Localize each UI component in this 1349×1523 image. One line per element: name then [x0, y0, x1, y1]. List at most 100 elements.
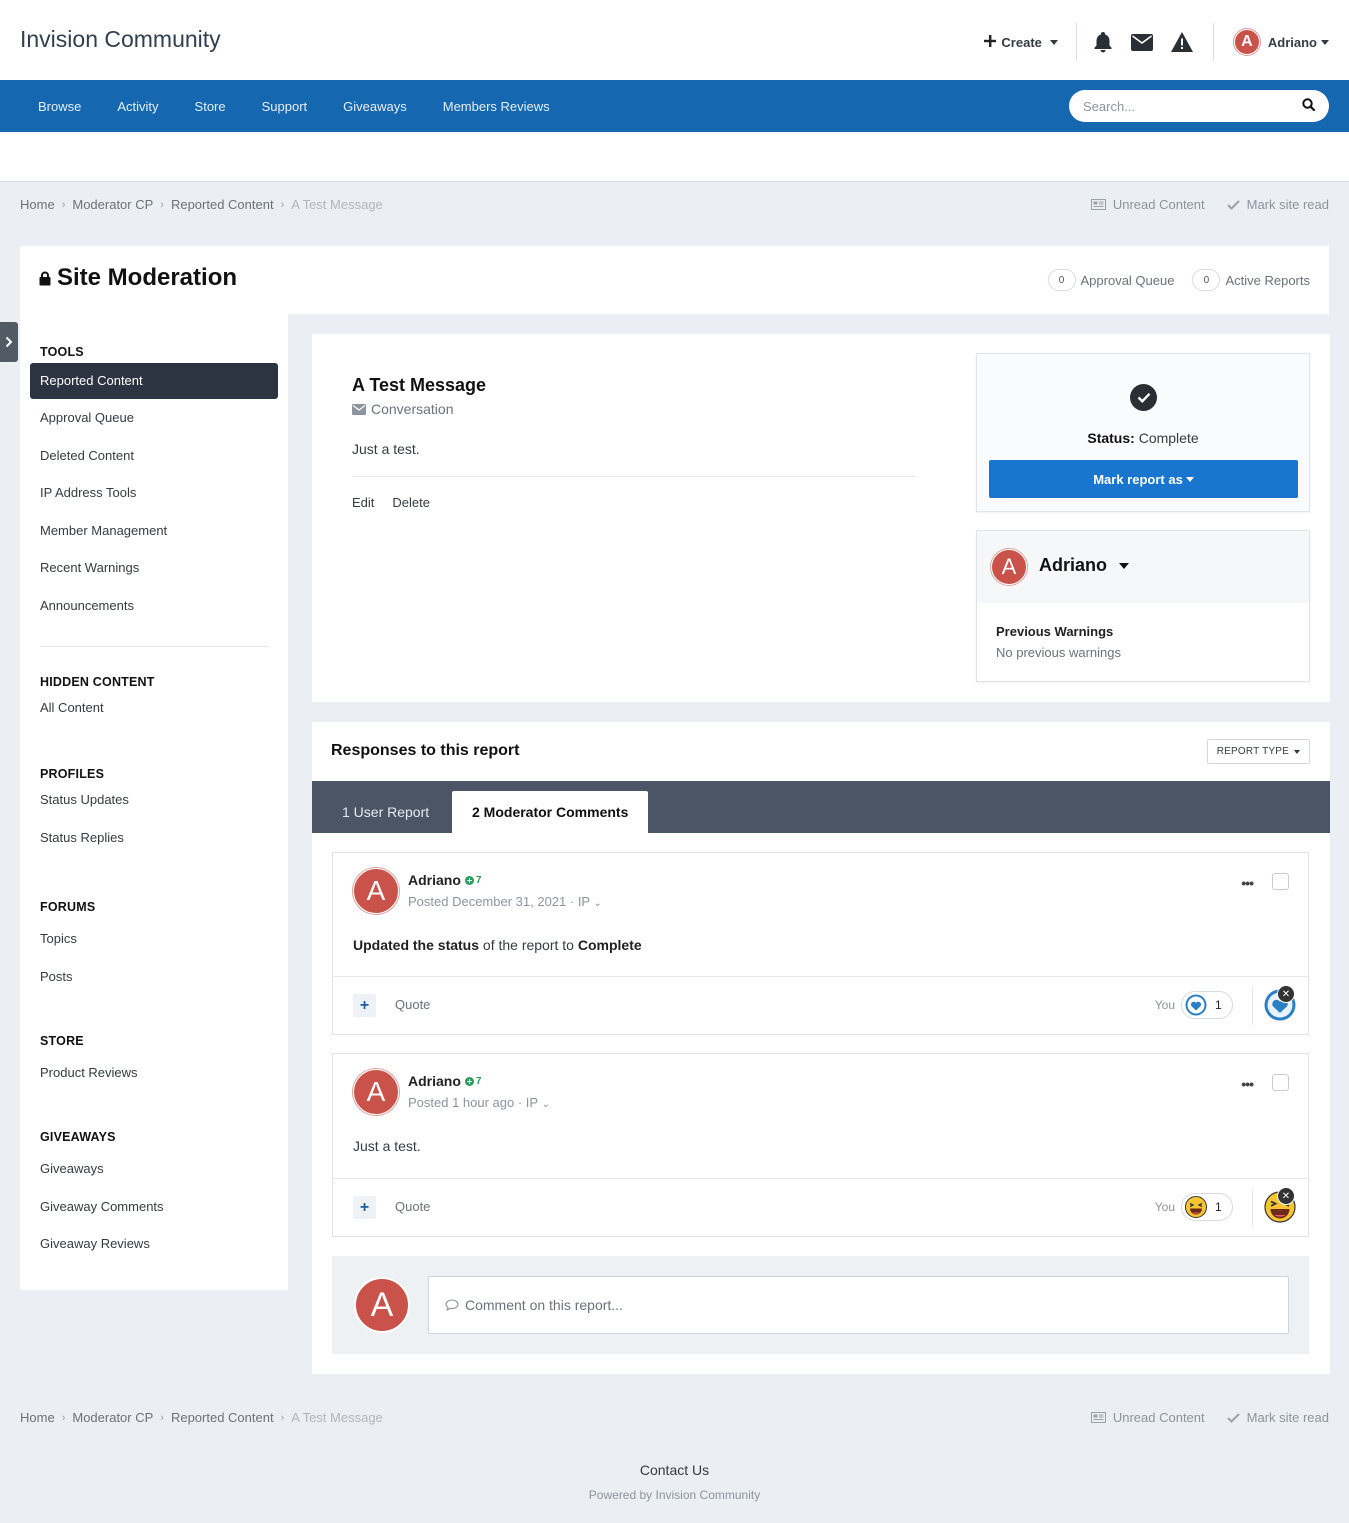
- sidebar-item-recent-warnings[interactable]: Recent Warnings: [30, 549, 278, 587]
- sidebar-item-all-content[interactable]: All Content: [30, 693, 278, 723]
- powered-by[interactable]: Powered by Invision Community: [0, 1488, 1349, 1502]
- sidebar-item-posts[interactable]: Posts: [30, 956, 278, 994]
- delete-link[interactable]: Delete: [392, 495, 430, 510]
- sidebar-item-topics[interactable]: Topics: [30, 918, 278, 956]
- nav-item-giveaways[interactable]: Giveaways: [325, 99, 425, 114]
- reported-item-title[interactable]: A Test Message: [352, 375, 486, 396]
- nav-item-browse[interactable]: Browse: [20, 99, 99, 114]
- reported-item-type: Conversation: [352, 401, 454, 417]
- breadcrumb-moderator-cp[interactable]: Moderator CP: [72, 197, 153, 212]
- multiquote-button[interactable]: +: [353, 994, 376, 1017]
- chevron-down-icon[interactable]: ⌄: [541, 1099, 549, 1110]
- comment-footer: + Quote You 1 ✕: [333, 976, 1308, 1034]
- nav-item-support[interactable]: Support: [244, 99, 326, 114]
- active-reports-stat[interactable]: 0 Active Reports: [1192, 269, 1310, 291]
- plus-circle-icon: [464, 1076, 474, 1086]
- search-input[interactable]: [1083, 98, 1283, 114]
- quote-link[interactable]: Quote: [395, 997, 430, 1012]
- tab-user-report[interactable]: 1 User Report: [322, 791, 449, 833]
- avatar[interactable]: A: [353, 868, 399, 914]
- breadcrumb-home[interactable]: Home: [20, 197, 55, 212]
- status-label: Status:: [1087, 430, 1135, 446]
- approval-queue-label: Approval Queue: [1080, 272, 1175, 288]
- previous-warnings-title: Previous Warnings: [996, 624, 1114, 639]
- comment-author-name[interactable]: Adriano: [408, 1073, 461, 1089]
- comment-author-name[interactable]: Adriano: [408, 872, 461, 888]
- comment-select-checkbox[interactable]: [1272, 873, 1289, 890]
- lock-icon: [39, 271, 51, 285]
- sidebar-item-announcements[interactable]: Announcements: [30, 587, 278, 625]
- page-title: Site Moderation: [39, 264, 237, 292]
- remove-reaction-icon[interactable]: ✕: [1277, 985, 1295, 1003]
- comment-select-checkbox[interactable]: [1272, 1074, 1289, 1091]
- nav-item-members-reviews[interactable]: Members Reviews: [425, 99, 568, 114]
- more-options-icon[interactable]: •••: [1241, 875, 1254, 891]
- breadcrumb-reported-content[interactable]: Reported Content: [171, 1410, 274, 1425]
- bell-icon[interactable]: [1093, 31, 1113, 53]
- sidebar-group-giveaways: GIVEAWAYS Giveaways Giveaway Comments Gi…: [40, 1130, 268, 1261]
- mark-report-as-button[interactable]: Mark report as: [989, 460, 1298, 498]
- contact-us-link[interactable]: Contact Us: [0, 1462, 1349, 1478]
- sidebar-item-status-updates[interactable]: Status Updates: [30, 785, 278, 815]
- sidebar-item-deleted-content[interactable]: Deleted Content: [30, 437, 278, 475]
- nav-item-store[interactable]: Store: [177, 99, 244, 114]
- avatar[interactable]: A: [991, 549, 1027, 585]
- edit-link[interactable]: Edit: [352, 495, 374, 510]
- sidebar-item-product-reviews[interactable]: Product Reviews: [30, 1052, 278, 1090]
- sidebar-item-approval-queue[interactable]: Approval Queue: [30, 399, 278, 437]
- warning-icon[interactable]: [1170, 32, 1193, 52]
- unread-content-label: Unread Content: [1112, 197, 1205, 212]
- sidebar-toggle[interactable]: [0, 322, 18, 362]
- multiquote-button[interactable]: +: [353, 1196, 376, 1219]
- chevron-down-icon[interactable]: ⌄: [594, 898, 602, 909]
- comment-date[interactable]: Posted December 31, 2021 · IP: [408, 894, 590, 909]
- sidebar-item-status-replies[interactable]: Status Replies: [30, 815, 278, 853]
- sidebar-heading-giveaways: GIVEAWAYS: [40, 1130, 116, 1144]
- sidebar-item-giveaway-reviews[interactable]: Giveaway Reviews: [30, 1223, 278, 1261]
- user-menu[interactable]: A Adriano: [1214, 29, 1329, 55]
- create-button[interactable]: Create: [984, 34, 1075, 50]
- divider: [1252, 1189, 1253, 1227]
- breadcrumb-home[interactable]: Home: [20, 1410, 55, 1425]
- approval-queue-stat[interactable]: 0 Approval Queue: [1047, 269, 1175, 291]
- reported-user-menu[interactable]: Adriano: [1039, 555, 1130, 576]
- check-icon: [1226, 1412, 1240, 1423]
- sidebar-heading-tools: TOOLS: [40, 345, 84, 359]
- site-title[interactable]: Invision Community: [20, 26, 221, 53]
- sidebar-item-giveaway-comments[interactable]: Giveaway Comments: [30, 1186, 278, 1224]
- chevron-right-icon: ›: [280, 198, 285, 211]
- mark-site-read-label: Mark site read: [1246, 1410, 1329, 1425]
- unread-content-link[interactable]: Unread Content: [1090, 1410, 1205, 1425]
- sidebar-item-ip-address-tools[interactable]: IP Address Tools: [30, 474, 278, 512]
- comment-body-bold-1: Updated the status: [353, 937, 480, 953]
- moderator-comment: A Adriano 7 Posted December 31, 2021 · I…: [332, 852, 1309, 1035]
- tab-moderator-comments[interactable]: 2 Moderator Comments: [452, 791, 649, 833]
- sub-header-bar: [0, 132, 1349, 182]
- sidebar-item-member-management[interactable]: Member Management: [30, 512, 278, 550]
- breadcrumb-moderator-cp[interactable]: Moderator CP: [72, 1410, 153, 1425]
- unread-content-link[interactable]: Unread Content: [1090, 197, 1205, 212]
- reaction-summary[interactable]: 1: [1181, 991, 1233, 1019]
- report-status: Status: Complete: [977, 430, 1309, 446]
- quote-link[interactable]: Quote: [395, 1199, 430, 1214]
- comment-input[interactable]: Comment on this report...: [428, 1276, 1289, 1334]
- sidebar-item-reported-content[interactable]: Reported Content: [30, 363, 278, 399]
- comment-author: Adriano 7: [408, 1073, 481, 1089]
- remove-reaction-icon[interactable]: ✕: [1277, 1187, 1295, 1205]
- breadcrumb-reported-content[interactable]: Reported Content: [171, 197, 274, 212]
- comment-date[interactable]: Posted 1 hour ago · IP: [408, 1095, 538, 1110]
- reaction-users[interactable]: You: [1155, 998, 1175, 1012]
- mark-site-read-link[interactable]: Mark site read: [1226, 1410, 1329, 1425]
- report-type-filter[interactable]: REPORT TYPE: [1206, 739, 1310, 764]
- mark-site-read-link[interactable]: Mark site read: [1226, 197, 1329, 212]
- envelope-icon[interactable]: [1130, 33, 1153, 51]
- chevron-right-icon: ›: [61, 198, 66, 211]
- reaction-summary[interactable]: 1: [1181, 1193, 1233, 1221]
- user-name: Adriano: [1267, 34, 1317, 50]
- search-icon[interactable]: [1302, 98, 1316, 114]
- sidebar-item-giveaways[interactable]: Giveaways: [30, 1148, 278, 1186]
- avatar[interactable]: A: [353, 1069, 399, 1115]
- reaction-users[interactable]: You: [1155, 1200, 1175, 1214]
- nav-item-activity[interactable]: Activity: [99, 99, 176, 114]
- more-options-icon[interactable]: •••: [1241, 1076, 1254, 1092]
